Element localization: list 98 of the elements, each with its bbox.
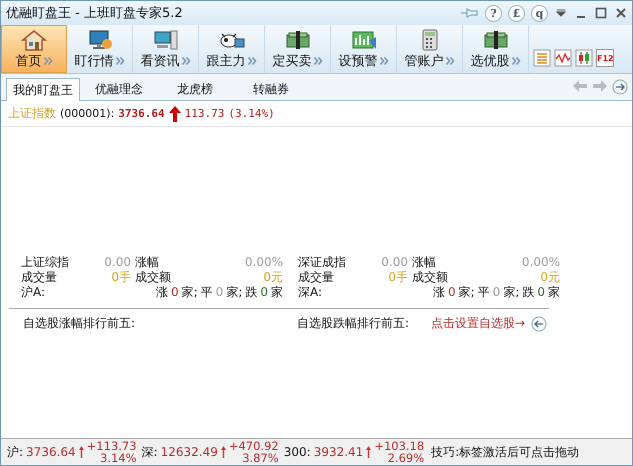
up-arrow-icon	[366, 446, 372, 458]
quote-value: 3932.41	[314, 445, 364, 459]
setup-watchlist-link[interactable]: 点击设置自选股→	[431, 315, 526, 332]
amount-value: 0元	[539, 270, 560, 285]
chevron-icon	[44, 56, 52, 64]
up-arrow-icon	[78, 446, 84, 458]
chevron-icon	[182, 56, 190, 64]
change-label: 涨幅	[412, 255, 437, 270]
index-change: 113.73	[184, 107, 224, 120]
forward-circle-icon[interactable]	[612, 79, 628, 95]
quote-label: 300:	[284, 445, 311, 459]
help-button[interactable]: ?	[485, 4, 502, 22]
quote-change: +470.92	[228, 440, 279, 452]
quote-value: 12632.49	[160, 445, 218, 459]
flat-label: 平	[478, 285, 490, 300]
quote-label: 深:	[142, 444, 158, 460]
declining-label: 跌	[522, 285, 534, 300]
chart-icon	[350, 28, 376, 50]
breadth-label: 沪A:	[21, 285, 46, 300]
flat-count: 0	[492, 285, 500, 300]
volume-label: 成交量	[21, 270, 58, 285]
advancing-count: 0	[170, 285, 179, 300]
advancing-label: 涨	[156, 285, 168, 300]
volume-value: 0手	[387, 270, 408, 285]
tab[interactable]: 优融理念	[82, 78, 156, 100]
advancing-count: 0	[448, 285, 456, 300]
maximize-icon[interactable]	[594, 6, 608, 20]
tab[interactable]: 龙虎榜	[158, 78, 232, 100]
index-value: 3736.64	[118, 107, 165, 120]
advancing-label: 涨	[432, 285, 445, 300]
chevron-icon	[380, 56, 388, 64]
unit-label: 家	[548, 285, 560, 300]
declining-count: 0	[260, 285, 268, 300]
unit-label: 家;	[226, 285, 242, 300]
quote-percent: 3.87%	[242, 452, 279, 464]
back-circle-icon[interactable]	[531, 316, 548, 332]
quote-value: 3736.64	[26, 445, 76, 459]
amount-label: 成交额	[412, 270, 449, 285]
volume-value: 0手	[110, 270, 131, 285]
help-button[interactable]: q	[531, 4, 548, 22]
change-label: 涨幅	[135, 255, 160, 270]
index-value: 0.00	[103, 255, 131, 270]
help-button[interactable]: £	[508, 4, 525, 22]
line-chart-icon[interactable]	[554, 49, 572, 67]
toolbar-button[interactable]: 首页	[1, 25, 67, 73]
chevron-icon	[314, 56, 322, 64]
banknotes-icon	[482, 28, 508, 50]
window-title: 优融盯盘王 - 上班盯盘专家5.2	[6, 5, 183, 22]
candlestick-icon[interactable]	[575, 49, 593, 67]
flat-count: 0	[216, 285, 224, 300]
gainers-title: 自选股涨幅排行前五:	[23, 315, 136, 332]
declining-label: 跌	[245, 285, 258, 300]
flat-label: 平	[200, 285, 213, 300]
change-value: 0.00%	[520, 255, 560, 270]
chevron-icon	[446, 56, 454, 64]
amount-label: 成交额	[135, 270, 172, 285]
unit-label: 家;	[503, 285, 520, 300]
volume-label: 成交量	[298, 270, 335, 285]
tab[interactable]: 我的盯盘王	[6, 78, 80, 101]
market-name: 深证成指	[298, 255, 347, 270]
quote-percent: 3.14%	[100, 452, 137, 464]
banknotes-icon	[284, 28, 310, 50]
declining-count: 0	[537, 285, 545, 300]
chevron-icon	[512, 56, 520, 64]
chevron-icon	[116, 56, 124, 64]
toolbar-button[interactable]: 选优股	[463, 25, 529, 73]
toolbar-button[interactable]: 跟主力	[199, 25, 265, 73]
breadth-label: 深A:	[298, 285, 324, 300]
tab[interactable]: 转融券	[234, 78, 308, 100]
tip-text: 技巧:标签激活后可点击拖动	[431, 444, 580, 460]
toolbar-button[interactable]: 管账户	[397, 25, 463, 73]
index-value: 0.00	[380, 255, 408, 270]
house-icon	[21, 28, 47, 50]
index-percent: (3.14%)	[228, 107, 275, 120]
toolbar-button[interactable]: 设预警	[331, 25, 397, 73]
toolbar-button[interactable]: 定买卖	[265, 25, 331, 73]
f12-button[interactable]: F12	[596, 49, 614, 67]
list-icon[interactable]	[533, 49, 551, 67]
amount-value: 0元	[262, 270, 283, 285]
unit-label: 家;	[458, 285, 475, 300]
quote-change: +103.18	[374, 440, 424, 452]
close-icon[interactable]	[614, 6, 628, 20]
quote-percent: 2.69%	[388, 452, 424, 464]
toolbar-button[interactable]: 盯行情	[67, 25, 133, 73]
index-code: (000001):	[60, 107, 114, 120]
losers-title: 自选股跌幅排行前五:	[297, 315, 410, 332]
market-name: 上证综指	[21, 255, 70, 270]
chevron-icon	[248, 56, 256, 64]
up-arrow-icon	[220, 446, 226, 458]
monitor-icon	[86, 28, 112, 50]
up-arrow-icon	[168, 106, 181, 122]
computer-icon	[152, 28, 178, 50]
toolbar-button[interactable]: 看资讯	[133, 25, 199, 73]
quote-change: +113.73	[86, 440, 137, 452]
change-value: 0.00%	[244, 255, 283, 270]
unit-label: 家	[271, 285, 283, 300]
unit-label: 家;	[182, 285, 198, 300]
quote-label: 沪:	[7, 444, 24, 460]
